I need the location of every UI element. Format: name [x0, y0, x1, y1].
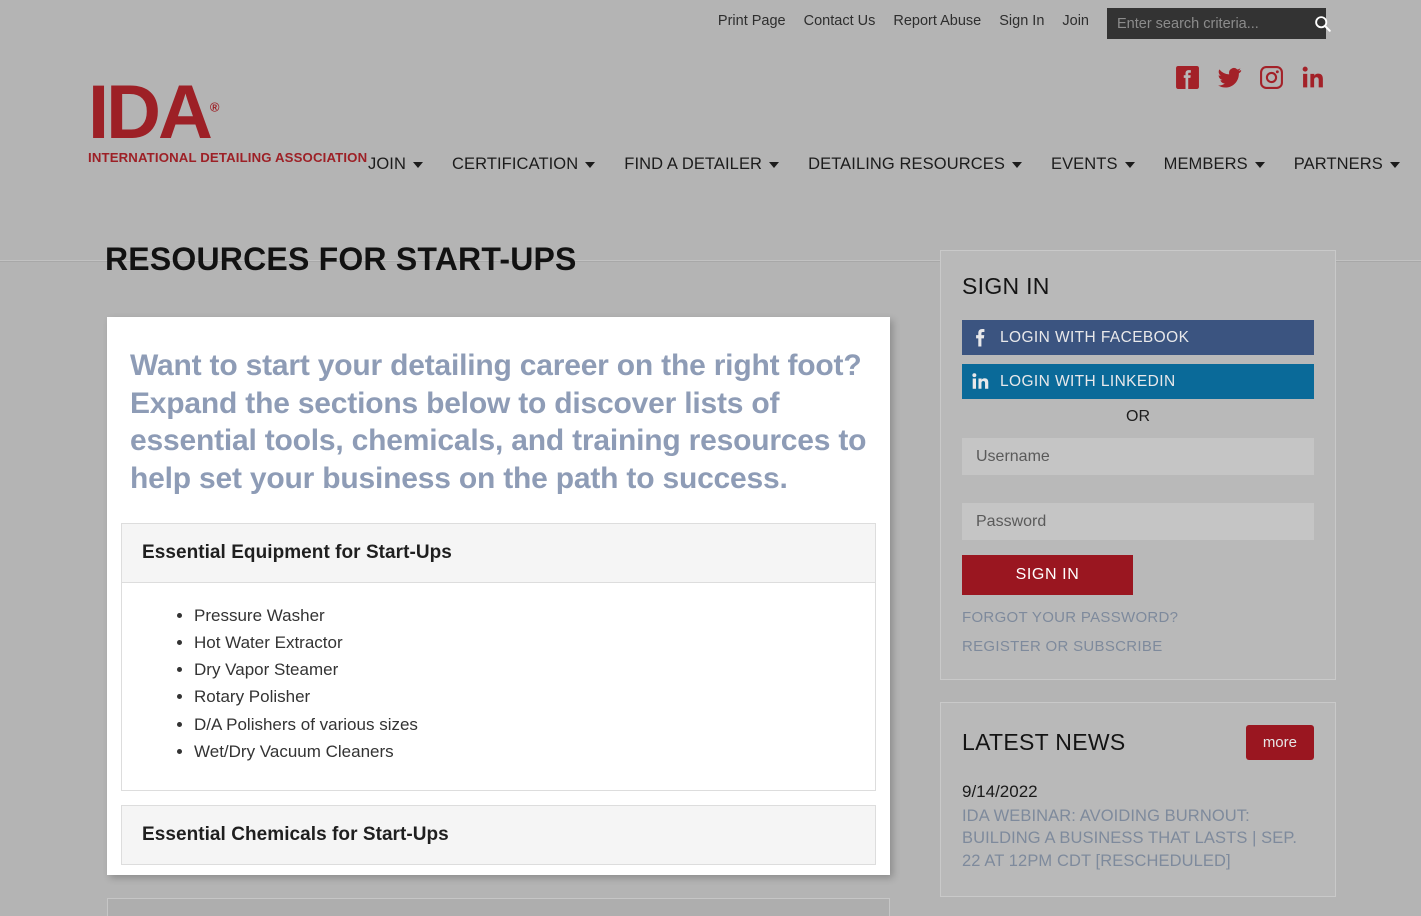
nav-item-certification[interactable]: CERTIFICATION: [452, 155, 608, 174]
search-icon: [1315, 16, 1331, 32]
main-navigation: JOIN CERTIFICATION FIND A DETAILER DETAI…: [368, 155, 1413, 174]
linkedin-icon: [1302, 66, 1323, 88]
nav-label: FIND A DETAILER: [624, 155, 763, 173]
join-link[interactable]: Join: [1062, 14, 1089, 29]
page-title: RESOURCES FOR START-UPS: [105, 241, 577, 277]
report-abuse-link[interactable]: Report Abuse: [893, 14, 981, 29]
content-card: Want to start your detailing career on t…: [107, 317, 890, 875]
nav-item-members[interactable]: MEMBERS: [1164, 155, 1278, 174]
intro-paragraph: Want to start your detailing career on t…: [130, 349, 867, 495]
main-content-column: Want to start your detailing career on t…: [107, 317, 890, 875]
signin-widget-title: SIGN IN: [962, 273, 1050, 299]
forgot-password-link[interactable]: FORGOT YOUR PASSWORD?: [962, 609, 1314, 626]
nav-label: EVENTS: [1050, 155, 1118, 173]
page-body: RESOURCES FOR START-UPS Want to start yo…: [0, 215, 1421, 916]
nav-label: MEMBERS: [1163, 155, 1248, 173]
twitter-link[interactable]: [1217, 65, 1242, 90]
site-logo[interactable]: IDA® INTERNATIONAL DETAILING ASSOCIATION: [88, 75, 367, 165]
list-item: D/A Polishers of various sizes: [194, 712, 855, 737]
list-item: Rotary Polisher: [194, 684, 855, 709]
logo-wordmark: IDA®: [88, 75, 220, 151]
instagram-icon: [1260, 66, 1283, 89]
list-item: Pressure Washer: [194, 603, 855, 628]
nav-item-find-a-detailer[interactable]: FIND A DETAILER: [624, 155, 792, 174]
login-with-linkedin-label: LOGIN WITH LINKEDIN: [1000, 372, 1176, 390]
latest-news-more-button[interactable]: more: [1245, 725, 1314, 760]
facebook-link[interactable]: [1175, 65, 1200, 90]
chevron-down-icon: [769, 161, 780, 168]
nav-item-join[interactable]: JOIN: [368, 155, 436, 174]
register-or-subscribe-link[interactable]: REGISTER OR SUBSCRIBE: [962, 638, 1314, 655]
nav-label: CERTIFICATION: [451, 155, 579, 173]
chevron-down-icon: [412, 161, 423, 168]
sign-in-submit-button[interactable]: SIGN IN: [962, 555, 1133, 595]
latest-news-widget: LATEST NEWS more 9/14/2022 IDA WEBINAR: …: [940, 702, 1336, 897]
top-utility-bar: Print Page Contact Us Report Abuse Sign …: [0, 0, 1421, 48]
signin-widget: SIGN IN LOGIN WITH FACEBOOK LOGIN WITH L…: [940, 250, 1336, 680]
search-box[interactable]: [1107, 8, 1331, 39]
accordion-panel-chemicals: Essential Chemicals for Start-Ups: [121, 804, 876, 865]
accordion: Essential Equipment for Start-Ups Pressu…: [121, 523, 876, 865]
chevron-down-icon: [1389, 161, 1400, 168]
login-with-facebook-button[interactable]: LOGIN WITH FACEBOOK: [962, 320, 1314, 355]
news-item-headline-link[interactable]: IDA WEBINAR: AVOIDING BURNOUT: BUILDING …: [962, 805, 1314, 872]
or-separator: OR: [1126, 408, 1150, 425]
nav-item-detailing-resources[interactable]: DETAILING RESOURCES: [808, 155, 1035, 174]
nav-label: DETAILING RESOURCES: [808, 155, 1005, 173]
equipment-list: Pressure Washer Hot Water Extractor Dry …: [142, 603, 855, 764]
facebook-icon: [1176, 66, 1199, 89]
logo-text: IDA: [88, 70, 213, 155]
sign-in-link[interactable]: Sign In: [999, 14, 1044, 29]
chevron-down-icon: [1124, 161, 1135, 168]
chevron-down-icon: [1254, 161, 1265, 168]
linkedin-link[interactable]: [1301, 65, 1326, 90]
print-page-link[interactable]: Print Page: [718, 14, 786, 29]
sidebar: SIGN IN LOGIN WITH FACEBOOK LOGIN WITH L…: [940, 250, 1336, 916]
contact-us-link[interactable]: Contact Us: [804, 14, 876, 29]
username-field[interactable]: [962, 438, 1314, 475]
social-links: [1175, 65, 1326, 90]
linkedin-icon: [962, 372, 1000, 391]
utility-links: Print Page Contact Us Report Abuse Sign …: [718, 14, 1089, 29]
list-item: Dry Vapor Steamer: [194, 657, 855, 682]
list-item: Hot Water Extractor: [194, 630, 855, 655]
accordion-panel-equipment: Essential Equipment for Start-Ups Pressu…: [121, 523, 876, 791]
accordion-header-chemicals[interactable]: Essential Chemicals for Start-Ups: [121, 804, 876, 865]
latest-news-title: LATEST NEWS: [962, 729, 1126, 755]
nav-label: PARTNERS: [1293, 155, 1383, 173]
nav-item-partners[interactable]: PARTNERS: [1294, 155, 1413, 174]
registered-mark-icon: ®: [209, 99, 220, 115]
news-item: 9/14/2022 IDA WEBINAR: AVOIDING BURNOUT:…: [962, 782, 1314, 872]
nav-label: JOIN: [368, 155, 406, 173]
card-bottom-spacer: [121, 865, 876, 875]
accordion-body-equipment: Pressure Washer Hot Water Extractor Dry …: [121, 583, 876, 791]
search-submit-button[interactable]: [1314, 8, 1331, 39]
site-header: IDA® INTERNATIONAL DETAILING ASSOCIATION: [0, 48, 1421, 262]
accordion-header-ppe[interactable]: Essential PPE for Start-Ups: [107, 898, 890, 916]
twitter-icon: [1218, 67, 1242, 88]
login-with-facebook-label: LOGIN WITH FACEBOOK: [1000, 328, 1190, 346]
password-field[interactable]: [962, 503, 1314, 540]
accordion-header-equipment[interactable]: Essential Equipment for Start-Ups: [121, 523, 876, 583]
chevron-down-icon: [1011, 161, 1022, 168]
chevron-down-icon: [585, 161, 596, 168]
news-item-date: 9/14/2022: [962, 782, 1038, 801]
facebook-icon: [962, 328, 1000, 347]
search-input[interactable]: [1107, 8, 1314, 39]
list-item: Wet/Dry Vacuum Cleaners: [194, 739, 855, 764]
login-with-linkedin-button[interactable]: LOGIN WITH LINKEDIN: [962, 364, 1314, 399]
latest-news-header: LATEST NEWS more: [962, 725, 1314, 760]
nav-item-events[interactable]: EVENTS: [1051, 155, 1148, 174]
instagram-link[interactable]: [1259, 65, 1284, 90]
